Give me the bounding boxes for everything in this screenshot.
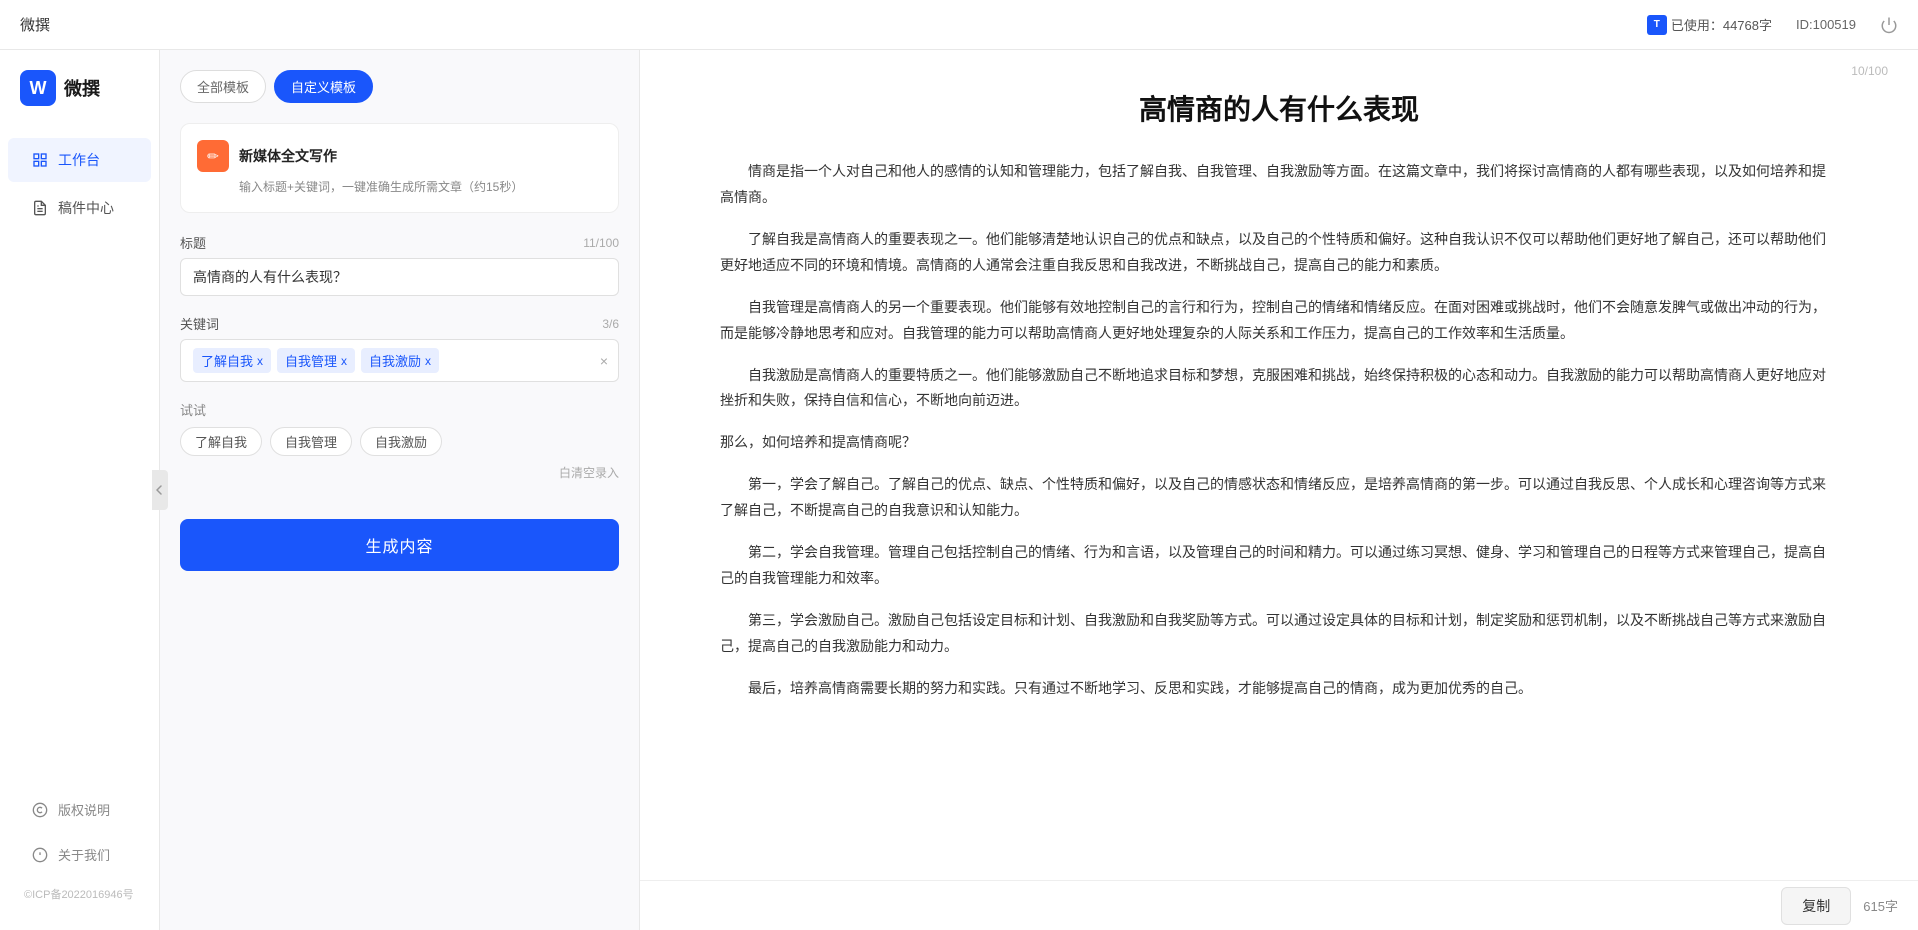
article-paragraph-8: 最后，培养高情商需要长期的努力和实践。只有通过不断地学习、反思和实践，才能够提高… (720, 676, 1838, 702)
remove-tag-1[interactable]: x (257, 354, 263, 368)
copy-button[interactable]: 复制 (1781, 887, 1851, 925)
card-header: ✏ 新媒体全文写作 (197, 140, 602, 172)
article-paragraph-1: 了解自我是高情商人的重要表现之一。他们能够清楚地认识自己的优点和缺点，以及自己的… (720, 227, 1838, 279)
suggestion-1[interactable]: 了解自我 (180, 427, 262, 456)
tab-all-templates[interactable]: 全部模板 (180, 70, 266, 103)
sidebar-item-workbench[interactable]: 工作台 (8, 138, 151, 182)
logo-icon: W (20, 70, 56, 106)
suggestions-list: 了解自我 自我管理 自我激励 (180, 427, 619, 456)
keywords-count: 3/6 (602, 317, 619, 331)
id-label: ID:100519 (1796, 17, 1856, 32)
remove-tag-3[interactable]: x (425, 354, 431, 368)
tab-custom-templates[interactable]: 自定义模板 (274, 70, 373, 103)
template-card: ✏ 新媒体全文写作 输入标题+关键词，一键准确生成所需文章（约15秒） (180, 123, 619, 213)
title-count: 11/100 (583, 236, 619, 250)
copyright-icon (32, 802, 48, 818)
article-title: 高情商的人有什么表现 (720, 90, 1838, 129)
article-paragraph-5: 第一，学会了解自己。了解自己的优点、缺点、个性特质和偏好，以及自己的情感状态和情… (720, 472, 1838, 524)
about-label: 关于我们 (58, 845, 110, 864)
content-bottom: 复制 615字 (640, 880, 1918, 930)
title-section: 标题 11/100 (180, 233, 619, 296)
usage-info: T 已使用：44768字 (1647, 15, 1772, 35)
suggestion-3[interactable]: 自我激励 (360, 427, 442, 456)
generate-button[interactable]: 生成内容 (180, 519, 619, 571)
workbench-label: 工作台 (58, 150, 100, 170)
sidebar-bottom: 版权说明 关于我们 ©ICP备2022016946号 (0, 786, 159, 910)
template-tabs: 全部模板 自定义模板 (180, 70, 619, 103)
keywords-box[interactable]: 了解自我 x 自我管理 x 自我激励 x × (180, 339, 619, 382)
title-label: 标题 11/100 (180, 233, 619, 252)
article-paragraph-7: 第三，学会激励自己。激励自己包括设定目标和计划、自我激励和自我奖励等方式。可以通… (720, 608, 1838, 660)
usage-label: 已使用：44768字 (1671, 15, 1772, 34)
trial-label: 试试 (180, 400, 619, 419)
icp-text: ©ICP备2022016946号 (0, 878, 159, 910)
card-icon: ✏ (197, 140, 229, 172)
word-count: 615字 (1863, 896, 1898, 915)
sidebar: W 微撰 工作台 稿件中心 (0, 50, 160, 930)
article-paragraph-2: 自我管理是高情商人的另一个重要表现。他们能够有效地控制自己的言行和行为，控制自己… (720, 295, 1838, 347)
article-paragraph-3: 自我激励是高情商人的重要特质之一。他们能够激励自己不断地追求目标和梦想，克服困难… (720, 363, 1838, 415)
keyword-tag-3[interactable]: 自我激励 x (361, 348, 439, 373)
sidebar-item-about[interactable]: 关于我们 (8, 833, 151, 876)
keyword-tag-2[interactable]: 自我管理 x (277, 348, 355, 373)
main-layout: W 微撰 工作台 稿件中心 (0, 50, 1918, 930)
clear-all-link[interactable]: 白清空录入 (180, 464, 619, 481)
workbench-icon (32, 152, 48, 168)
keywords-section: 关键词 3/6 了解自我 x 自我管理 x 自我激励 x × (180, 314, 619, 382)
article-paragraph-4: 那么，如何培养和提高情商呢？ (720, 430, 1838, 456)
logo-text: 微撰 (64, 75, 100, 101)
center-panel: 全部模板 自定义模板 ✏ 新媒体全文写作 输入标题+关键词，一键准确生成所需文章… (160, 50, 640, 930)
nav-left: 微撰 (20, 14, 50, 35)
sidebar-item-drafts[interactable]: 稿件中心 (8, 186, 151, 230)
usage-icon: T (1647, 15, 1667, 35)
collapse-sidebar-button[interactable] (152, 470, 168, 510)
keyword-tag-1[interactable]: 了解自我 x (193, 348, 271, 373)
keywords-clear-button[interactable]: × (600, 353, 608, 369)
article-paragraph-0: 情商是指一个人对自己和他人的感情的认知和管理能力，包括了解自我、自我管理、自我激… (720, 159, 1838, 211)
article-body: 情商是指一个人对自己和他人的感情的认知和管理能力，包括了解自我、自我管理、自我激… (720, 159, 1838, 701)
remove-tag-2[interactable]: x (341, 354, 347, 368)
power-icon[interactable] (1880, 16, 1898, 34)
logo-area: W 微撰 (0, 70, 159, 136)
copyright-label: 版权说明 (58, 800, 110, 819)
card-description: 输入标题+关键词，一键准确生成所需文章（约15秒） (197, 178, 602, 196)
sidebar-item-copyright[interactable]: 版权说明 (8, 788, 151, 831)
keywords-label: 关键词 3/6 (180, 314, 619, 333)
suggestion-2[interactable]: 自我管理 (270, 427, 352, 456)
top-nav: 微撰 T 已使用：44768字 ID:100519 (0, 0, 1918, 50)
nav-right: T 已使用：44768字 ID:100519 (1647, 15, 1898, 35)
article-paragraph-6: 第二，学会自我管理。管理自己包括控制自己的情绪、行为和言语，以及管理自己的时间和… (720, 540, 1838, 592)
about-icon (32, 847, 48, 863)
content-area: 高情商的人有什么表现 情商是指一个人对自己和他人的感情的认知和管理能力，包括了解… (640, 50, 1918, 880)
page-count: 10/100 (1851, 64, 1888, 78)
drafts-icon (32, 200, 48, 216)
drafts-label: 稿件中心 (58, 198, 114, 218)
nav-title: 微撰 (20, 14, 50, 35)
content-panel: 10/100 高情商的人有什么表现 情商是指一个人对自己和他人的感情的认知和管理… (640, 50, 1918, 930)
title-input[interactable] (180, 258, 619, 296)
trial-section: 试试 了解自我 自我管理 自我激励 白清空录入 (180, 400, 619, 481)
card-title: 新媒体全文写作 (239, 146, 337, 166)
